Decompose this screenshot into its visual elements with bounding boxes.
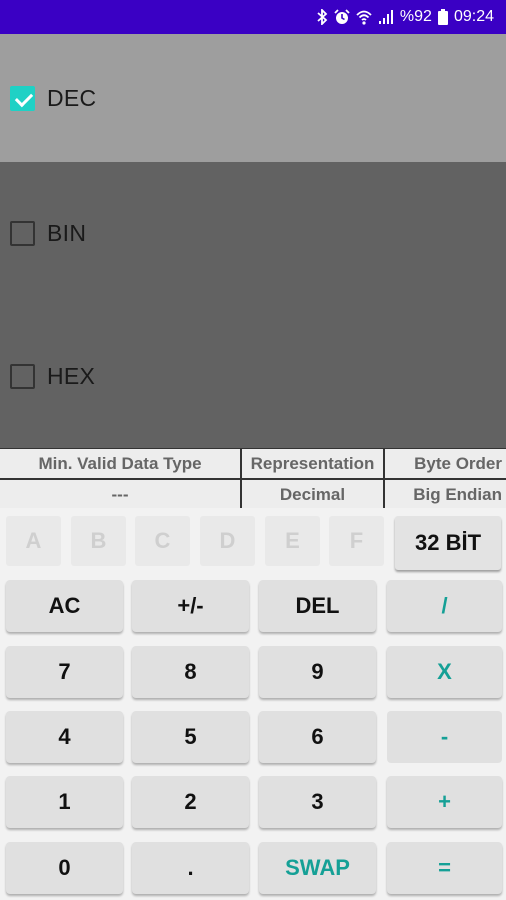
digit-7-button[interactable]: 7 [6, 646, 123, 698]
wifi-icon [356, 9, 372, 25]
signal-icon [378, 9, 394, 25]
alarm-icon [334, 9, 350, 25]
equals-button[interactable]: = [387, 842, 502, 894]
battery-percent: %92 [399, 8, 432, 25]
status-bar-right: %92 09:24 [316, 0, 494, 34]
negate-button[interactable]: +/- [132, 580, 249, 632]
digit-1-button[interactable]: 1 [6, 776, 123, 828]
dec-checkbox[interactable] [10, 85, 35, 111]
bit-mode-button[interactable]: 32 BİT [395, 516, 501, 570]
bluetooth-icon [316, 9, 328, 25]
mode-row-hex[interactable]: HEX [0, 304, 506, 448]
mode-row-bin[interactable]: BIN [0, 162, 506, 304]
hex-label: HEX [47, 362, 96, 389]
add-button[interactable]: + [387, 776, 502, 828]
hex-key-c[interactable]: C [135, 516, 190, 566]
digit-2-button[interactable]: 2 [132, 776, 249, 828]
hex-key-f[interactable]: F [329, 516, 384, 566]
value-byte-order: Big Endian [385, 480, 506, 509]
value-representation: Decimal [242, 480, 383, 509]
status-bar: %92 09:24 [0, 0, 506, 34]
subtract-button[interactable]: - [387, 711, 502, 763]
bin-checkbox[interactable] [10, 220, 35, 246]
value-min-valid-data-type: --- [0, 480, 240, 509]
digit-0-button[interactable]: 0 [6, 842, 123, 894]
header-representation: Representation [242, 449, 383, 478]
header-min-valid-data-type: Min. Valid Data Type [0, 449, 240, 478]
multiply-button[interactable]: X [387, 646, 502, 698]
dec-label: DEC [47, 84, 97, 111]
battery-icon [437, 9, 448, 25]
header-byte-order: Byte Order [385, 449, 506, 478]
bin-label: BIN [47, 219, 87, 246]
hex-key-b[interactable]: B [71, 516, 126, 566]
info-table: Min. Valid Data Type Representation Byte… [0, 448, 506, 509]
mode-row-dec[interactable]: DEC [0, 34, 506, 162]
hex-key-d[interactable]: D [200, 516, 255, 566]
swap-button[interactable]: SWAP [259, 842, 376, 894]
decimal-point-button[interactable]: . [132, 842, 249, 894]
digit-9-button[interactable]: 9 [259, 646, 376, 698]
clear-button[interactable]: AC [6, 580, 123, 632]
digit-5-button[interactable]: 5 [132, 711, 249, 763]
hex-key-e[interactable]: E [265, 516, 320, 566]
divide-button[interactable]: / [387, 580, 502, 632]
digit-8-button[interactable]: 8 [132, 646, 249, 698]
hex-checkbox[interactable] [10, 363, 35, 389]
clock: 09:24 [453, 8, 494, 25]
digit-3-button[interactable]: 3 [259, 776, 376, 828]
digit-6-button[interactable]: 6 [259, 711, 376, 763]
delete-button[interactable]: DEL [259, 580, 376, 632]
digit-4-button[interactable]: 4 [6, 711, 123, 763]
keypad: A B C D E F 32 BİT AC +/- DEL / 7 8 9 X … [0, 508, 506, 900]
hex-key-a[interactable]: A [6, 516, 61, 566]
